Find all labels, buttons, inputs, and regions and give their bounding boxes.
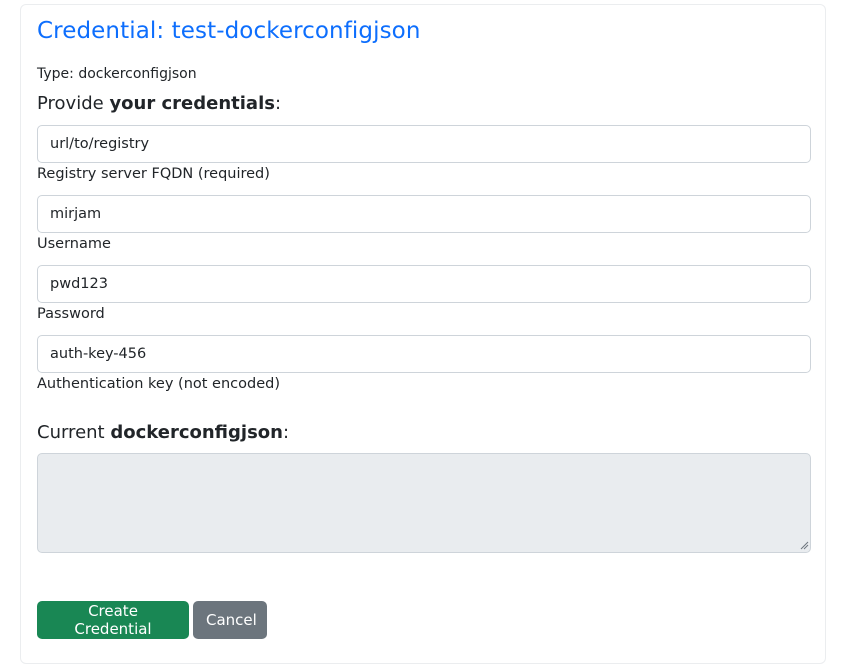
current-config-textarea[interactable] — [37, 453, 811, 553]
username-help: Username — [37, 236, 111, 252]
current-config-heading: Current dockerconfigjson: — [37, 422, 289, 443]
provide-credentials-heading: Provide your credentials: — [37, 93, 281, 114]
resize-grip-icon[interactable] — [799, 540, 809, 550]
heading-suffix: : — [282, 422, 290, 443]
heading-bold: your credentials — [109, 93, 275, 114]
heading-prefix: Current — [37, 422, 111, 443]
heading-prefix: Provide — [37, 93, 110, 114]
credential-type: Type: dockerconfigjson — [37, 66, 197, 82]
heading-bold: dockerconfigjson — [110, 422, 283, 443]
cancel-button[interactable]: Cancel — [193, 601, 267, 639]
create-credential-button[interactable]: Create Credential — [37, 601, 189, 639]
auth-key-help: Authentication key (not encoded) — [37, 376, 280, 392]
registry-input[interactable] — [37, 125, 811, 163]
page-title: Credential: test-dockerconfigjson — [37, 18, 421, 44]
auth-key-input[interactable] — [37, 335, 811, 373]
password-help: Password — [37, 306, 105, 322]
username-input[interactable] — [37, 195, 811, 233]
heading-suffix: : — [274, 93, 282, 114]
registry-help: Registry server FQDN (required) — [37, 166, 270, 182]
password-input[interactable] — [37, 265, 811, 303]
